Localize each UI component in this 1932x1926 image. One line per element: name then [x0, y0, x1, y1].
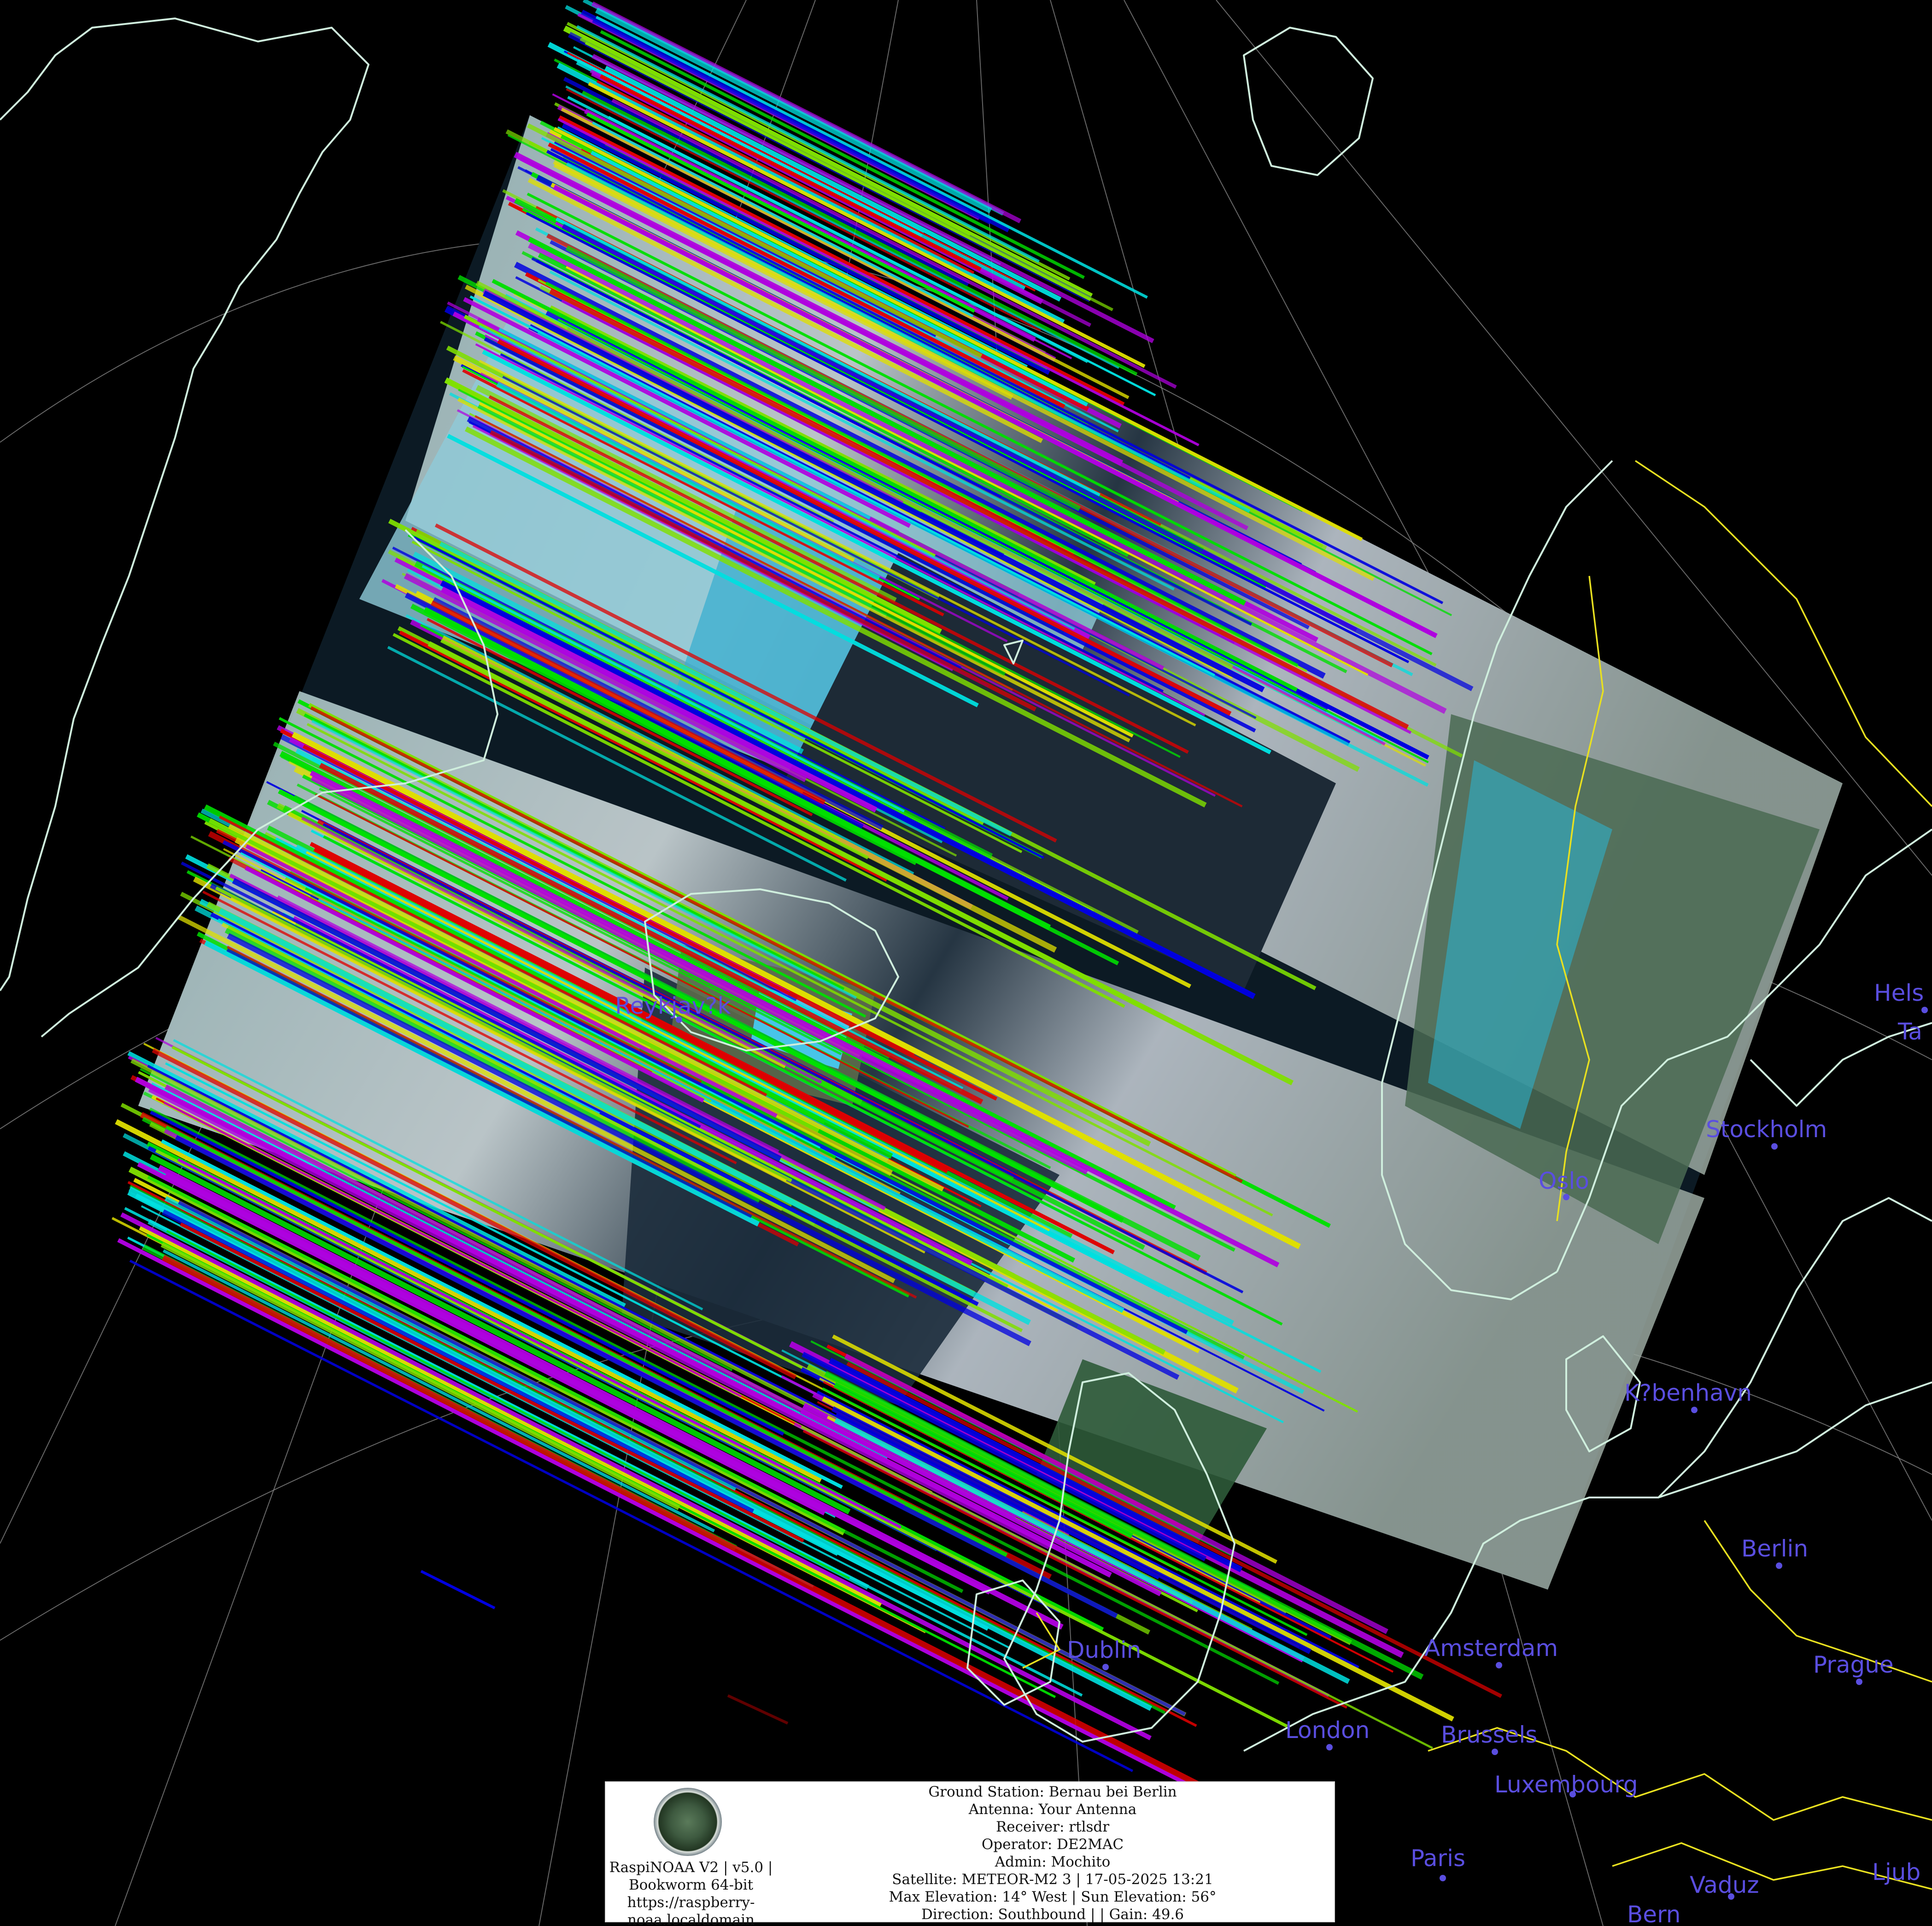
scanline	[420, 1570, 496, 1609]
svg-text:Bern: Bern	[1627, 1901, 1680, 1926]
city-stockholm: Stockholm	[1706, 1116, 1827, 1150]
svg-text:London: London	[1285, 1717, 1370, 1744]
city-london: London	[1285, 1717, 1370, 1750]
admin-line: Admin: Mochito	[995, 1854, 1111, 1870]
city-tallinn: Ta	[1897, 1018, 1922, 1045]
antenna-line: Antenna: Your Antenna	[968, 1801, 1137, 1818]
svg-text:Ljub: Ljub	[1872, 1859, 1920, 1885]
city-reykjavik: Reykjav?k	[615, 992, 731, 1023]
svg-text:Dublin: Dublin	[1067, 1637, 1141, 1663]
svg-text:K?benhavn: K?benhavn	[1624, 1380, 1752, 1406]
svg-text:Paris: Paris	[1411, 1845, 1465, 1872]
ground-station-line: Ground Station: Bernau bei Berlin	[928, 1784, 1177, 1800]
logo-caption: RaspiNOAA V2 | v5.0 | Bookworm 64-bit ht…	[606, 1859, 776, 1926]
city-brussels: Brussels	[1441, 1721, 1537, 1755]
city-bern: Bern	[1627, 1901, 1680, 1926]
svg-text:Amsterdam: Amsterdam	[1424, 1635, 1558, 1662]
url-line-2: noaa.localdomain	[627, 1912, 755, 1926]
svg-text:Brussels: Brussels	[1441, 1721, 1537, 1748]
city-paris: Paris	[1411, 1845, 1465, 1881]
city-ljubljana: Ljub	[1872, 1859, 1920, 1885]
operator-line: Operator: DE2MAC	[981, 1836, 1124, 1853]
city-luxembourg: Luxembourg	[1494, 1771, 1638, 1798]
city-amsterdam: Amsterdam	[1424, 1635, 1558, 1668]
url-line-1: https://raspberry-	[627, 1894, 755, 1911]
svg-text:Hels: Hels	[1874, 980, 1924, 1006]
svg-text:Reykjav?k: Reykjav?k	[615, 992, 731, 1019]
city-prague: Prague	[1813, 1651, 1894, 1685]
receiver-line: Receiver: rtlsdr	[995, 1819, 1110, 1835]
svg-text:Vaduz: Vaduz	[1690, 1872, 1759, 1898]
satellite-map-view: Reykjav?k Oslo Stockholm Hels Ta K?benha…	[0, 0, 1932, 1926]
elevation-line: Max Elevation: 14° West | Sun Elevation:…	[889, 1889, 1217, 1905]
city-vaduz: Vaduz	[1690, 1872, 1759, 1900]
svg-text:Luxembourg: Luxembourg	[1494, 1771, 1638, 1798]
scanline	[727, 1694, 789, 1725]
svg-text:Stockholm: Stockholm	[1706, 1116, 1827, 1143]
city-helsinki: Hels	[1874, 980, 1928, 1013]
svg-text:Berlin: Berlin	[1741, 1535, 1808, 1562]
svalbard-coast	[1243, 27, 1374, 176]
svg-text:Oslo: Oslo	[1539, 1168, 1589, 1194]
os-line: Bookworm 64-bit	[628, 1877, 754, 1893]
version-line: RaspiNOAA V2 | v5.0 |	[609, 1859, 773, 1876]
satellite-line: Satellite: METEOR-M2 3 | 17-05-2025 13:2…	[892, 1871, 1213, 1888]
raspinoaa-logo	[654, 1788, 722, 1856]
pass-details: Ground Station: Bernau bei Berlin Antenn…	[772, 1782, 1334, 1923]
direction-line: Direction: Southbound | | Gain: 49.6	[921, 1906, 1184, 1923]
city-berlin: Berlin	[1741, 1535, 1808, 1569]
map-canvas: Reykjav?k Oslo Stockholm Hels Ta K?benha…	[0, 0, 1932, 1926]
station-info-box: RaspiNOAA V2 | v5.0 | Bookworm 64-bit ht…	[605, 1781, 1335, 1926]
svg-text:Prague: Prague	[1813, 1651, 1894, 1678]
svg-text:Ta: Ta	[1897, 1018, 1922, 1045]
